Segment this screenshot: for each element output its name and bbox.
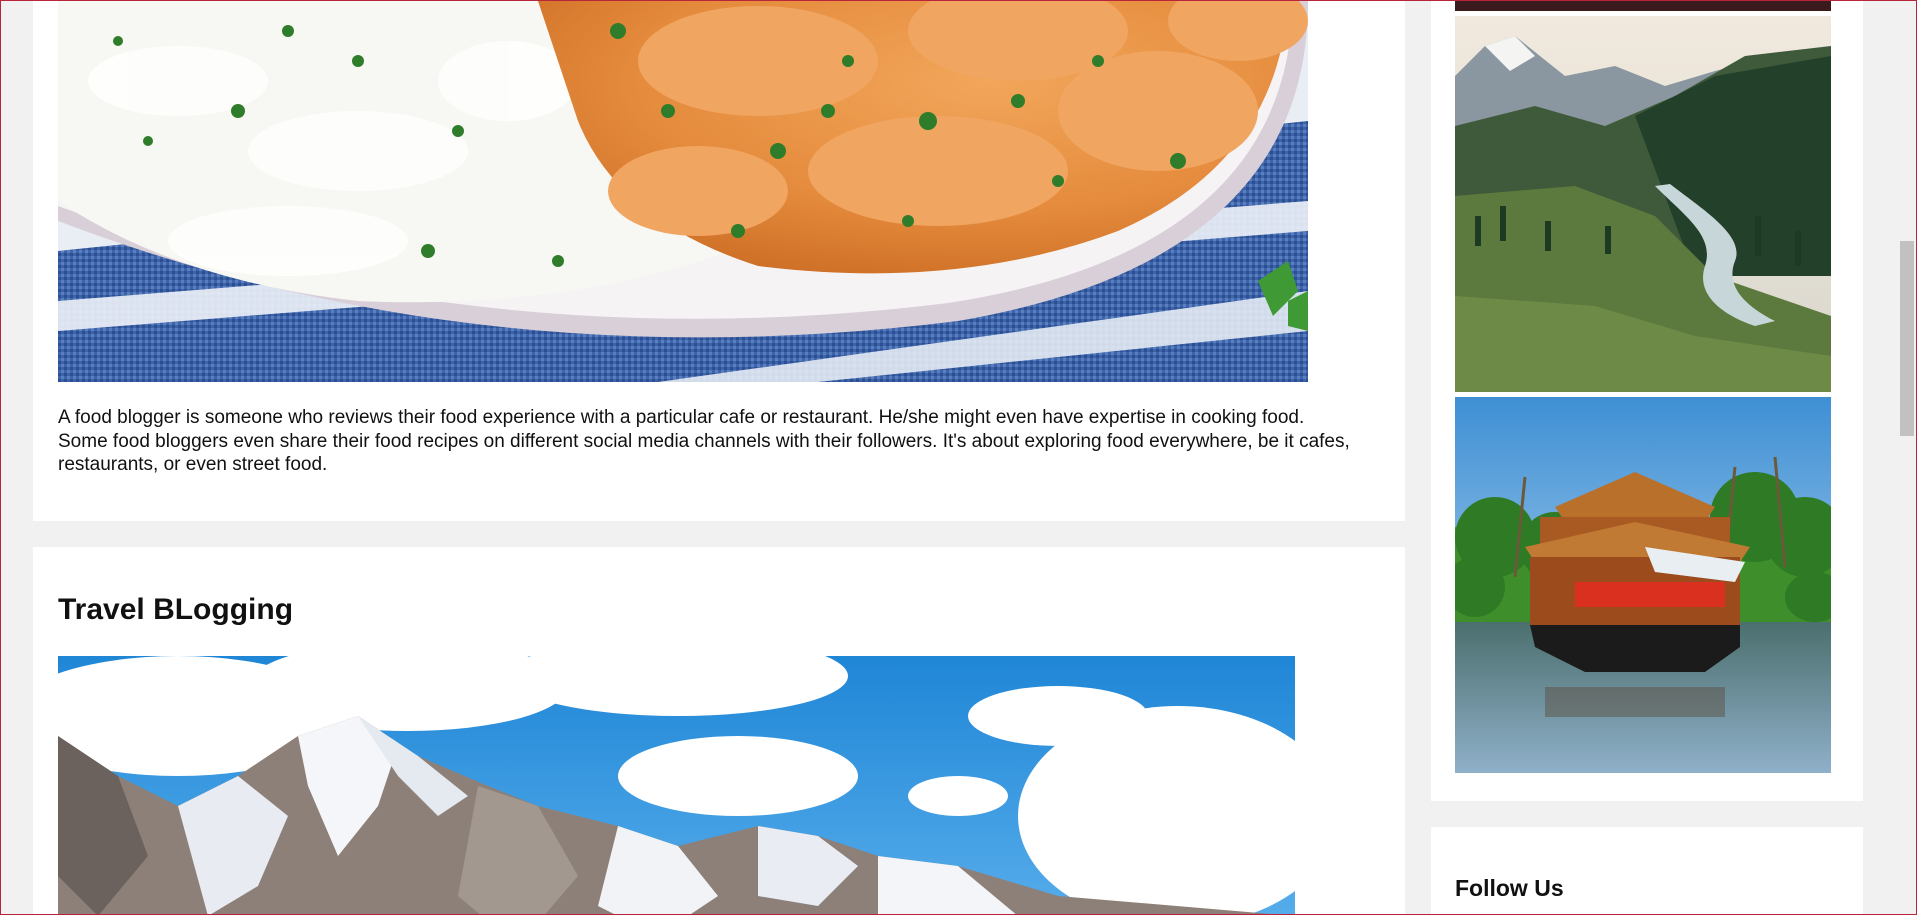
scrollbar-track[interactable]	[1898, 1, 1916, 914]
gallery-image-houseboat	[1455, 397, 1831, 773]
scrollbar-thumb[interactable]	[1900, 241, 1914, 436]
travel-image	[58, 656, 1295, 914]
travel-blogging-title: Travel BLogging	[58, 593, 294, 626]
gallery-image-valley	[1455, 16, 1831, 392]
page-frame: A food blogger is someone who reviews th…	[0, 0, 1917, 915]
sidebar-gallery-card	[1431, 1, 1863, 801]
food-image	[58, 1, 1308, 382]
food-blogging-card: A food blogger is someone who reviews th…	[33, 1, 1405, 521]
gallery-image-partial	[1455, 1, 1831, 11]
food-blogging-description: A food blogger is someone who reviews th…	[58, 407, 1350, 475]
follow-us-card: Follow Us	[1431, 827, 1863, 914]
travel-blogging-card: Travel BLogging	[33, 547, 1405, 914]
follow-us-title: Follow Us	[1455, 875, 1564, 901]
